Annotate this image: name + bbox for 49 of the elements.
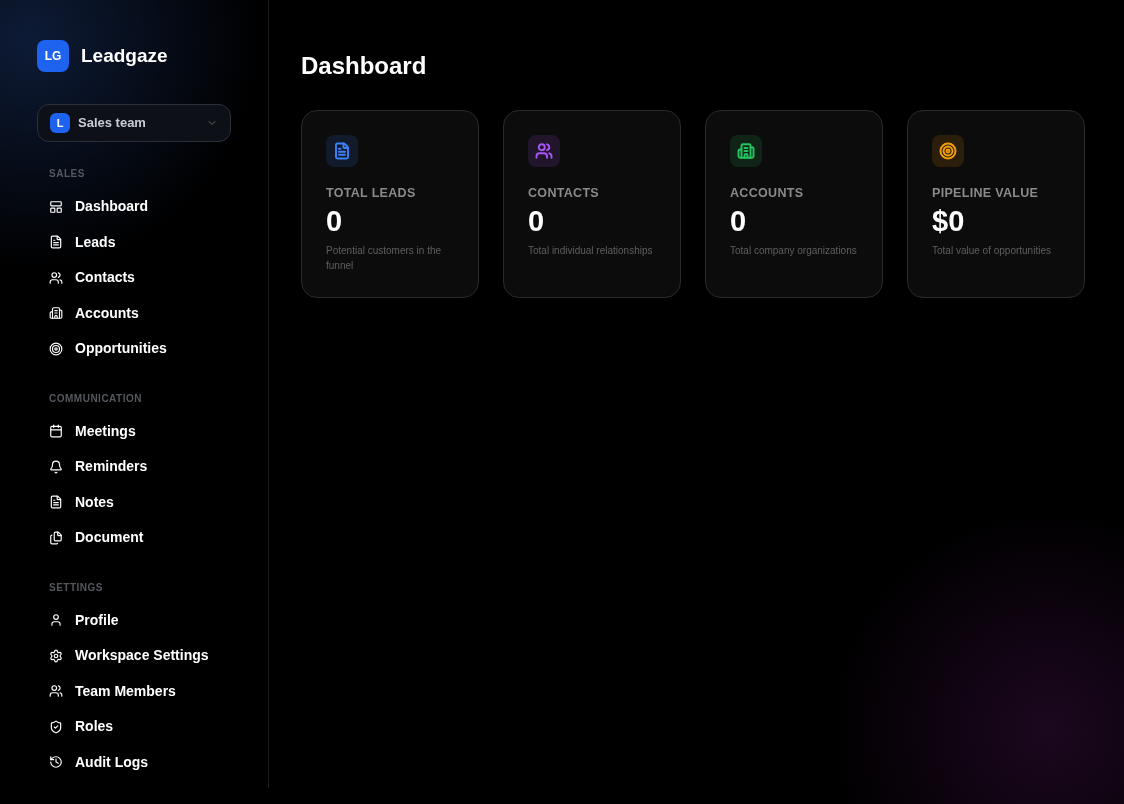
stat-caption: Total individual relationships [528,243,654,258]
stat-value: $0 [932,203,966,239]
nav-item[interactable]: Roles [37,709,231,745]
calendar-icon [49,424,63,439]
nav-item[interactable]: Dashboard [37,189,231,225]
documents-icon [49,530,63,545]
nav-item[interactable]: Team Members [37,673,231,709]
nav-item[interactable]: Document [37,520,231,556]
layout-icon [49,199,63,214]
users-icon [49,270,63,285]
nav-item[interactable]: Workspace Settings [37,638,231,674]
stat-label: PIPELINE VALUE [932,185,1040,202]
building-icon [49,306,63,321]
nav-item[interactable]: Leads [37,224,231,260]
nav-item[interactable]: Contacts [37,260,231,296]
history-icon [49,755,63,770]
nav-item[interactable]: Opportunities [37,331,231,367]
page-title: Dashboard [301,51,428,81]
stat-value: 0 [326,203,344,239]
target-icon [49,341,63,356]
section-heading: COMMUNICATION [48,391,143,406]
stat-value: 0 [730,203,748,239]
stat-caption: Total value of opportunities [932,243,1052,258]
section-heading: SALES [48,167,86,181]
document-icon [49,235,63,250]
stat-caption: Potential customers in the funnel [326,243,443,273]
brand-name: Leadgaze [81,43,168,68]
stat-label: ACCOUNTS [730,185,805,202]
document-icon [49,495,63,510]
stat-label: CONTACTS [528,185,600,202]
workspace-name: Sales team [78,114,147,133]
nav-item[interactable]: Meetings [37,413,231,449]
stat-label: TOTAL LEADS [326,185,417,202]
brand-logo: LG [37,40,69,72]
nav-item[interactable]: Notes [37,484,231,520]
nav-item[interactable]: Profile [37,602,231,638]
nav-item[interactable]: Reminders [37,449,231,485]
stat-value: 0 [528,203,546,239]
nav-item[interactable]: Audit Logs [37,744,231,780]
bell-icon [49,459,63,474]
workspace-selector[interactable]: L Sales team [37,104,231,142]
user-icon [49,613,63,628]
section-heading: SETTINGS [48,580,104,595]
shield-icon [49,719,63,734]
stat-caption: Total company organizations [730,243,858,258]
nav-item[interactable]: Accounts [37,295,231,331]
users-icon [49,684,63,699]
workspace-avatar: L [50,113,70,133]
settings-icon [49,648,63,663]
